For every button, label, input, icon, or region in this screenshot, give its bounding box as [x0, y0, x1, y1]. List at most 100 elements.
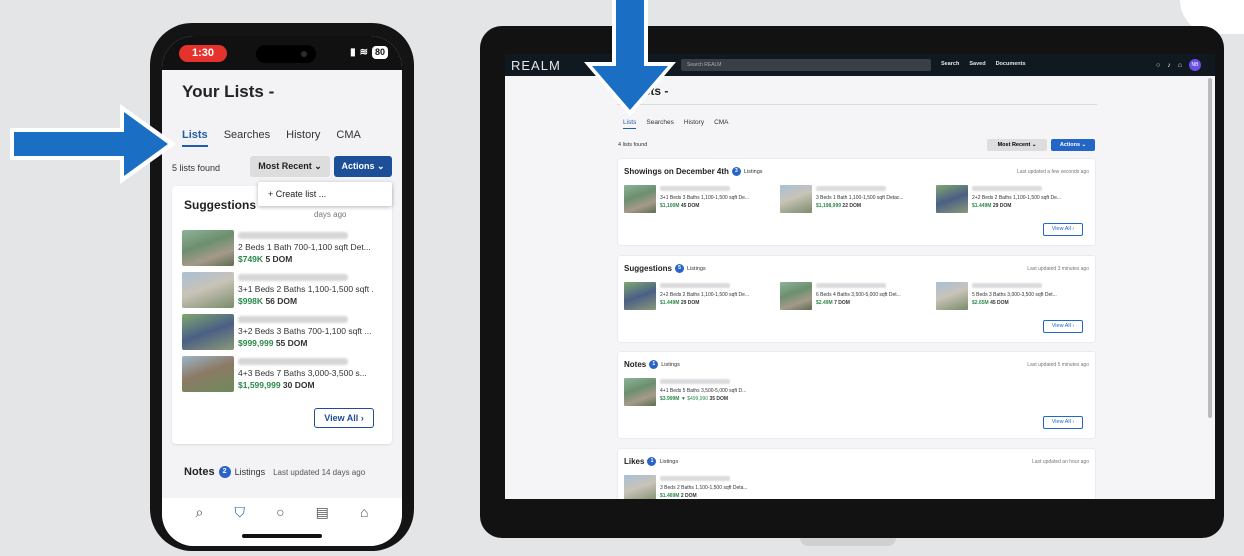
listings-label: Listings	[659, 458, 679, 465]
tab-lists[interactable]: Lists	[623, 119, 637, 129]
listing-dom: 29 DOM	[680, 300, 700, 306]
listing-price: $1,599,999	[238, 380, 281, 390]
divider	[617, 104, 1097, 105]
listing-photo[interactable]	[182, 272, 234, 308]
chevron-down-icon: ⌄	[1081, 142, 1087, 148]
listing-photo[interactable]	[624, 282, 656, 310]
chevron-right-icon: ›	[1072, 419, 1075, 425]
listing-item[interactable]: 4+1 Beds 5 Baths 3,500-5,000 sqft D... $3…	[624, 378, 774, 408]
listing-item[interactable]: 3 Beds 2 Baths 1,100-1,500 sqft Deta... $…	[624, 475, 774, 499]
bell-icon[interactable]: ♪	[1167, 62, 1171, 69]
listing-item[interactable]: 3 Beds 1 Bath 1,100-1,500 sqft Detac... $…	[780, 185, 930, 215]
listing-photo[interactable]	[182, 230, 234, 266]
card-updated: days ago	[314, 210, 347, 219]
listing-specs: 3+1 Beds 3 Baths 1,100-1,500 sqft De...	[660, 195, 750, 201]
sort-dropdown[interactable]: Most Recent ⌄	[250, 156, 330, 177]
avatar[interactable]: NB	[1189, 59, 1201, 71]
listing-price: $1,100M	[660, 203, 680, 209]
listing-item[interactable]: 3+1 Beds 3 Baths 1,100-1,500 sqft De... $…	[624, 185, 774, 215]
listing-photo[interactable]	[624, 378, 656, 406]
listing-specs: 2+2 Beds 2 Baths 1,100-1,500 sqft De...	[660, 292, 750, 298]
listing-photo[interactable]	[624, 475, 656, 499]
listing-price: $1,198,999	[816, 203, 842, 209]
card-title: Likes	[624, 457, 645, 466]
chevron-down-icon: ⌄	[314, 161, 322, 171]
listing-dom: 7 DOM	[834, 300, 850, 306]
view-all-button[interactable]: View All ›	[1043, 416, 1083, 429]
card-title-row: Notes 1 Listings	[624, 360, 680, 369]
nav-documents[interactable]: Documents	[996, 61, 1026, 67]
card-title: Notes	[184, 466, 215, 478]
chat-icon[interactable]: ○	[276, 498, 284, 546]
tab-searches[interactable]: Searches	[646, 119, 673, 129]
listing-photo[interactable]	[780, 282, 812, 310]
bookmark-icon[interactable]: ⛉	[234, 498, 245, 546]
system-icons: ▮ ≋ 80	[350, 46, 388, 59]
listing-specs: 2+2 Beds 2 Baths 1,100-1,500 sqft De...	[972, 195, 1062, 201]
tab-history[interactable]: History	[286, 129, 320, 147]
status-bar: 1:30 ▮ ≋ 80	[162, 36, 402, 70]
listing-item[interactable]: 3+1 Beds 2 Baths 1,100-1,500 sqft . $998…	[182, 272, 386, 312]
status-time: 1:30	[179, 45, 227, 62]
sort-label: Most Recent	[258, 161, 312, 171]
listing-dom: 2 DOM	[680, 493, 697, 499]
listing-photo[interactable]	[182, 314, 234, 350]
card-title: Suggestions	[184, 198, 257, 212]
home-icon[interactable]: ⌂	[360, 498, 368, 546]
list-card-suggestions: Suggestions 5 Listings Last updated 3 mi…	[618, 256, 1095, 342]
listing-item[interactable]: 6 Beds 4 Baths 3,500-5,000 sqft Det... $2…	[780, 282, 930, 312]
tab-searches[interactable]: Searches	[224, 129, 270, 147]
listing-row: 4+1 Beds 5 Baths 3,500-5,000 sqft D... $3…	[624, 378, 774, 408]
documents-icon[interactable]: ▤	[316, 498, 329, 546]
listing-item[interactable]: 2 Beds 1 Bath 700-1,100 sqft Det... $749…	[182, 230, 386, 270]
view-all-label: View All	[324, 413, 359, 423]
price-reduction: ▼ $499,990	[680, 396, 709, 402]
listing-item[interactable]: 2+2 Beds 2 Baths 1,100-1,500 sqft De... $…	[624, 282, 774, 312]
count-badge: 3	[731, 167, 741, 176]
tab-cma[interactable]: CMA	[336, 129, 360, 147]
listing-row: 3 Beds 2 Baths 1,100-1,500 sqft Deta... $…	[624, 475, 774, 499]
realm-logo[interactable]: REALM	[511, 58, 561, 73]
create-list-menu-item[interactable]: + Create list ...	[258, 182, 392, 206]
search-icon[interactable]: ⌕	[196, 498, 204, 546]
address-blurred	[238, 316, 348, 323]
listing-photo[interactable]	[780, 185, 812, 213]
listing-photo[interactable]	[182, 356, 234, 392]
listing-photo[interactable]	[936, 282, 968, 310]
address-blurred	[972, 283, 1042, 288]
view-all-label: View All	[1051, 226, 1071, 232]
card-updated: Last updated a few seconds ago	[1017, 169, 1089, 175]
nav-saved[interactable]: Saved	[969, 61, 985, 67]
listing-item[interactable]: 3+2 Beds 3 Baths 700-1,100 sqft ... $999…	[182, 314, 386, 354]
address-blurred	[972, 186, 1042, 191]
listing-item[interactable]: 5 Beds 3 Baths 3,000-3,500 sqft Det... $2…	[936, 282, 1086, 312]
list-tabs: Lists Searches History CMA	[182, 129, 361, 147]
scrollbar[interactable]	[1208, 78, 1212, 418]
address-blurred	[660, 476, 730, 481]
view-all-button[interactable]: View All ›	[314, 408, 374, 428]
view-all-button[interactable]: View All ›	[1043, 223, 1083, 236]
home-icon[interactable]: ⌂	[1178, 62, 1182, 69]
listing-photo[interactable]	[936, 185, 968, 213]
view-all-button[interactable]: View All ›	[1043, 320, 1083, 333]
nav-search[interactable]: Search	[941, 61, 959, 67]
listing-photo[interactable]	[624, 185, 656, 213]
listing-dom: 56 DOM	[265, 296, 298, 306]
list-tabs: Lists Searches History CMA	[623, 119, 729, 129]
chat-icon[interactable]: ○	[1156, 62, 1160, 69]
actions-button[interactable]: Actions ⌄	[1051, 139, 1095, 151]
tab-cma[interactable]: CMA	[714, 119, 728, 129]
listing-item[interactable]: 2+2 Beds 2 Baths 1,100-1,500 sqft De... $…	[936, 185, 1086, 215]
sort-dropdown[interactable]: Most Recent ⌄	[987, 139, 1047, 151]
tab-lists[interactable]: Lists	[182, 129, 208, 147]
listing-dom: 35 DOM	[709, 396, 729, 402]
listing-price-row: $1.449M 29 DOM	[660, 300, 699, 306]
listing-dom: 22 DOM	[842, 203, 862, 209]
tab-history[interactable]: History	[684, 119, 704, 129]
listing-row: 2+2 Beds 2 Baths 1,100-1,500 sqft De... $…	[624, 282, 1086, 312]
search-input[interactable]: Search REALM	[681, 59, 931, 71]
actions-button[interactable]: Actions ⌄	[334, 156, 392, 177]
phone-screen: 1:30 ▮ ≋ 80 Your Lists - Lists Searches …	[162, 36, 402, 546]
listings-label: Listings	[661, 361, 680, 368]
listing-item[interactable]: 4+3 Beds 7 Baths 3,000-3,500 s... $1,599…	[182, 356, 386, 396]
